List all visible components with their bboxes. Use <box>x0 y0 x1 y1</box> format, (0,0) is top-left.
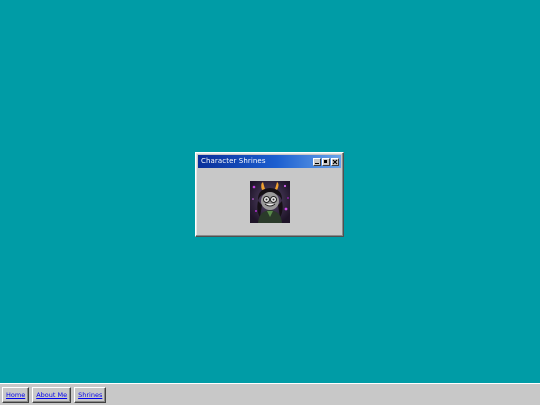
window-controls <box>313 157 339 166</box>
character-shrines-window: Character Shrines <box>195 152 344 237</box>
minimize-icon[interactable] <box>313 157 321 166</box>
close-icon[interactable] <box>331 157 339 166</box>
taskbar: Home About Me Shrines <box>0 383 540 405</box>
character-shrine-thumbnail[interactable] <box>250 181 290 223</box>
shrines-link[interactable]: Shrines <box>74 386 107 403</box>
window-title: Character Shrines <box>201 157 266 165</box>
home-link[interactable]: Home <box>2 386 30 403</box>
about-me-link[interactable]: About Me <box>32 386 72 403</box>
maximize-icon[interactable] <box>322 157 330 166</box>
window-titlebar[interactable]: Character Shrines <box>198 155 341 168</box>
